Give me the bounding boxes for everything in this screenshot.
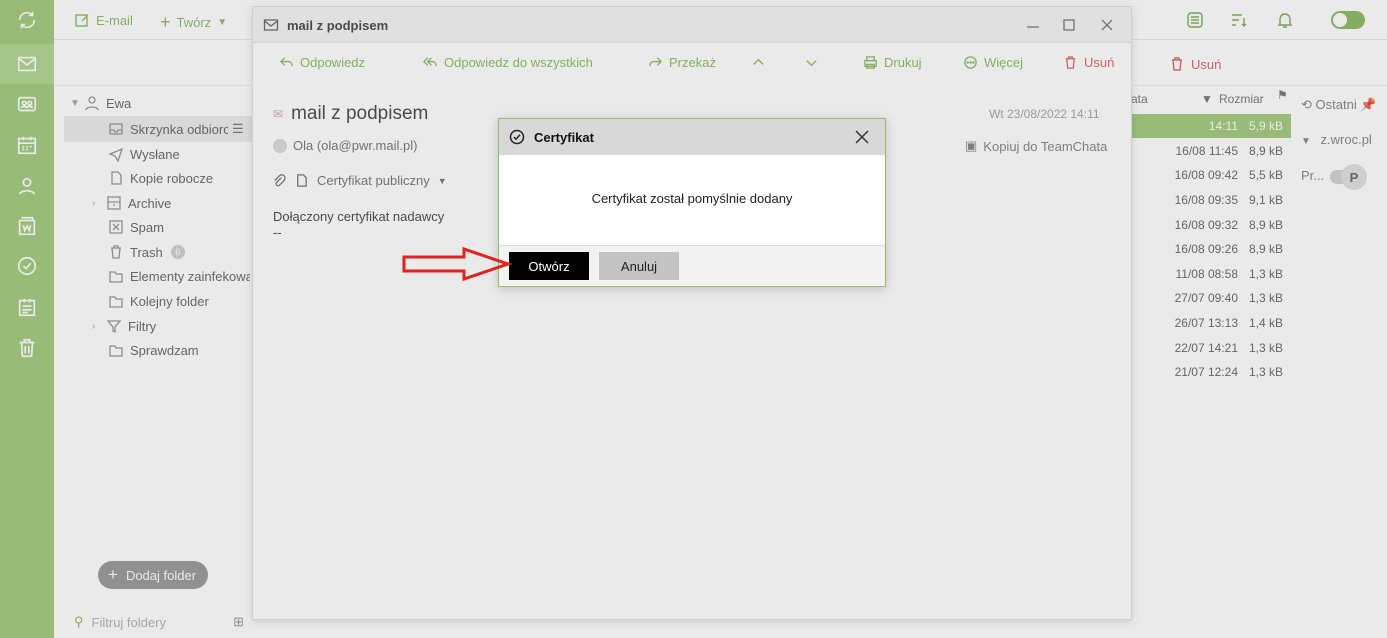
dialog-title: Certyfikat: [534, 130, 594, 145]
modal-overlay: [0, 0, 1387, 638]
dialog-footer: Otwórz Anuluj: [499, 245, 885, 286]
open-button[interactable]: Otwórz: [509, 252, 589, 280]
dialog-message: Certyfikat został pomyślnie dodany: [591, 191, 793, 206]
check-circle-icon: [509, 129, 525, 145]
red-arrow-annotation: [402, 246, 512, 282]
cancel-button[interactable]: Anuluj: [599, 252, 679, 280]
certificate-dialog: Certyfikat Certyfikat został pomyślnie d…: [498, 118, 886, 287]
dialog-header: Certyfikat: [499, 119, 885, 155]
close-icon[interactable]: [853, 128, 871, 146]
